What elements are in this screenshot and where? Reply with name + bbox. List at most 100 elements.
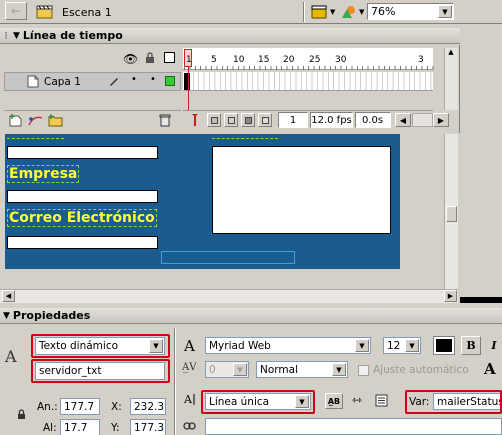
svg-text:A: A — [183, 393, 193, 406]
format-options-icon[interactable]: A — [484, 360, 496, 378]
zoom-value: 76% — [371, 5, 396, 18]
chevron-down-icon: ▼ — [233, 363, 247, 376]
y-value: 177.3 — [134, 421, 165, 434]
layer-name: Capa 1 — [44, 76, 81, 88]
page-icon — [27, 75, 39, 88]
x-label: X: — [111, 401, 122, 413]
vscroll-thumb[interactable] — [446, 206, 457, 222]
kerning-input: 0 ▼ — [205, 361, 249, 378]
stage-right-dark — [460, 134, 502, 304]
height-input[interactable]: 17.7 — [60, 419, 100, 435]
properties-title: Propiedades — [12, 309, 91, 322]
frames-row — [183, 72, 433, 91]
stage-label-empresa[interactable]: Empresa — [7, 165, 80, 183]
selectable-button[interactable]: A̲B — [325, 393, 343, 409]
url-input[interactable] — [205, 418, 502, 435]
properties-header[interactable]: ▼ Propiedades — [0, 308, 502, 324]
collapse-icon: ▼ — [3, 310, 10, 321]
back-button[interactable]: ← — [5, 2, 27, 20]
outline-icon[interactable] — [164, 52, 175, 63]
add-folder-icon[interactable] — [48, 114, 64, 127]
pencil-icon — [110, 78, 118, 86]
chevron-down-icon: ▼ — [330, 8, 336, 16]
stage-text-field[interactable] — [7, 236, 158, 249]
height-label: Al: — [43, 422, 57, 434]
font-size-value: 12 — [387, 339, 401, 352]
highlight-instance-name — [31, 359, 170, 383]
current-frame-field: 1 — [278, 112, 308, 128]
lock-icon[interactable] — [145, 52, 155, 64]
edit-multiple-frames-button[interactable] — [241, 113, 255, 127]
timeline-right-area — [460, 28, 502, 134]
timeline-scroll-up-icon[interactable]: ▲ — [444, 48, 458, 60]
scene-breadcrumb[interactable]: Escena 1 — [36, 3, 112, 21]
bold-button[interactable]: B — [461, 336, 481, 355]
onion-skin-button[interactable] — [207, 113, 221, 127]
width-input[interactable]: 177.7 — [60, 398, 100, 415]
y-input[interactable]: 177.3 — [130, 419, 166, 435]
scroll-left-button[interactable]: ◀ — [395, 113, 411, 127]
edit-symbol-button[interactable]: ▼ — [340, 3, 366, 21]
onion-outline-button[interactable] — [224, 113, 238, 127]
paragraph-icon: A — [183, 393, 195, 406]
stage-text-field[interactable] — [7, 146, 158, 159]
timeline-title: Línea de tiempo — [22, 29, 123, 42]
x-input[interactable]: 232.3 — [130, 398, 166, 415]
text-color-swatch[interactable] — [433, 336, 455, 355]
font-select[interactable]: Myriad Web ▼ — [205, 337, 371, 354]
scene-icon — [36, 5, 53, 19]
stage-text-field[interactable] — [7, 190, 158, 203]
auto-adjust-checkbox[interactable] — [358, 365, 369, 376]
frame-tick: 15 — [258, 55, 270, 65]
edit-scene-button[interactable]: ▼ — [311, 3, 337, 21]
font-size-select[interactable]: 12 ▼ — [383, 337, 421, 354]
grip-icon: ⋮ — [2, 31, 10, 40]
eye-icon[interactable]: 👁 — [123, 52, 138, 66]
fps-field[interactable]: 12.0 fps — [310, 112, 353, 128]
lock-icon[interactable] — [17, 409, 26, 420]
scroll-right-button[interactable]: ▶ — [444, 290, 457, 302]
add-layer-icon[interactable] — [9, 114, 23, 127]
trash-icon[interactable] — [159, 114, 171, 127]
highlight-line-type — [201, 390, 315, 414]
frame-tick: 3 — [418, 55, 424, 65]
character-position-value: Normal — [260, 363, 298, 376]
stage-vscroll[interactable] — [444, 134, 458, 290]
render-html-icon[interactable]: ⇿ — [352, 393, 362, 407]
highlight-var — [405, 390, 502, 414]
stage-label-correo[interactable]: Correo Electrónico — [7, 209, 157, 227]
scroll-left-button[interactable]: ◀ — [2, 290, 15, 302]
scene-label: Escena 1 — [62, 5, 112, 19]
frame-tick: 10 — [233, 55, 245, 65]
stage-textarea[interactable] — [212, 146, 391, 234]
frame-tick: 30 — [335, 55, 347, 65]
chevron-down-icon: ▼ — [359, 8, 365, 16]
selected-text-field[interactable] — [161, 251, 295, 264]
y-label: Y: — [111, 422, 120, 434]
fps-value: 12.0 fps — [311, 114, 352, 126]
zoom-select[interactable]: 76% ▼ — [367, 3, 454, 20]
timeline-hscroll[interactable] — [412, 113, 433, 127]
properties-separator — [174, 328, 176, 435]
text-tool-icon: A — [5, 347, 17, 366]
onion-markers-button[interactable] — [258, 113, 272, 127]
layer-color-swatch[interactable] — [165, 76, 175, 86]
shapes-icon — [342, 6, 355, 18]
font-value: Myriad Web — [209, 339, 271, 352]
visibility-dot[interactable]: • — [131, 74, 137, 85]
timeline-empty-area — [4, 92, 181, 109]
playhead-line — [188, 67, 189, 111]
border-icon[interactable] — [375, 394, 388, 407]
character-position-select[interactable]: Normal ▼ — [256, 361, 348, 378]
keyframe[interactable] — [184, 73, 190, 90]
stage-hscroll[interactable]: ◀ ▶ — [0, 289, 458, 303]
current-frame-value: 1 — [289, 114, 297, 126]
italic-button[interactable]: I — [486, 336, 502, 355]
elapsed-field: 0.0s — [355, 112, 391, 128]
ruler-minor-ticks — [184, 66, 434, 70]
timeline-header[interactable]: ⋮ ▼ Línea de tiempo — [0, 28, 460, 44]
lock-dot[interactable]: • — [150, 74, 156, 85]
center-frame-icon[interactable] — [190, 113, 200, 127]
scroll-right-button[interactable]: ▶ — [433, 113, 449, 127]
add-motion-guide-icon[interactable] — [28, 114, 44, 127]
